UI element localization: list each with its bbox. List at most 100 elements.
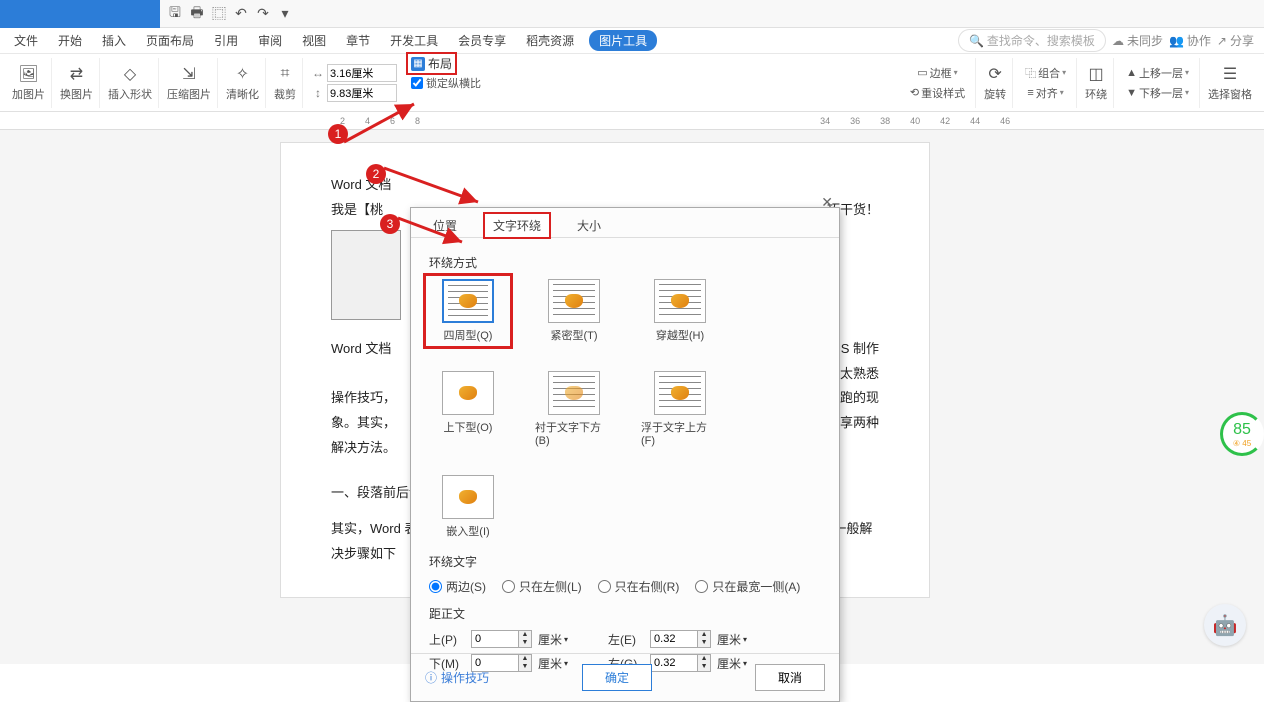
border-button[interactable]: ▭边框▾ [913,64,961,82]
add-picture-group[interactable]: 🖼 加图片 [6,58,52,108]
share-icon: ↗ [1217,34,1227,48]
tab-size[interactable]: 大小 [569,214,609,237]
align-icon: ≡ [1027,87,1033,99]
size-inputs: ↔ ↕ [305,58,403,108]
doc-line: 我是【桃 [331,198,383,223]
distance-label: 距正文 [429,605,821,622]
menu-view[interactable]: 视图 [293,32,335,49]
compress-group[interactable]: ⇲ 压缩图片 [161,58,218,108]
radio-widest[interactable]: 只在最宽一侧(A) [695,578,800,595]
people-icon: 👥 [1169,34,1184,48]
menu-docer[interactable]: 稻壳资源 [517,32,583,49]
menu-insert[interactable]: 插入 [93,32,135,49]
menu-home[interactable]: 开始 [49,32,91,49]
radio-left[interactable]: 只在左侧(L) [502,578,582,595]
rotate-icon: ⟳ [985,64,1005,84]
wrap-tight[interactable]: 紧密型(T) [535,279,613,343]
wrap-style-label: 环绕方式 [429,254,821,271]
menu-pagelayout[interactable]: 页面布局 [137,32,203,49]
undo-icon[interactable]: ↶ [232,5,250,23]
rotate-group[interactable]: ⟳ 旋转 [978,58,1013,108]
menu-chapter[interactable]: 章节 [337,32,379,49]
layout-icon: ▦ [411,57,425,71]
up-layer-icon: ▲ [1126,67,1137,79]
callout-marker-3: 3 [380,214,400,234]
down-layer-icon: ▼ [1126,87,1137,99]
border-group: ▭边框▾ ⟲重设样式 [900,58,976,108]
wrap-options: 四周型(Q) 紧密型(T) 穿越型(H) 上下型(O) 衬于文字下方(B) [429,279,821,539]
group-button[interactable]: ⿻组合▾ [1021,64,1070,82]
redo-icon[interactable]: ↷ [254,5,272,23]
cancel-button[interactable]: 取消 [755,664,825,691]
shape-icon: ◇ [120,64,140,84]
selection-pane-group[interactable]: ☰ 选择窗格 [1202,58,1258,108]
reset-icon: ⟲ [910,86,919,99]
active-doc-tab[interactable] [0,0,160,28]
sharpen-group[interactable]: ✧ 清晰化 [220,58,266,108]
insert-shape-group[interactable]: ◇ 插入形状 [102,58,159,108]
search-icon: 🔍 [969,34,984,48]
border-icon: ▭ [917,66,927,79]
share-button[interactable]: ↗ 分享 [1217,32,1254,49]
change-picture-group[interactable]: ⇄ 换图片 [54,58,100,108]
wrap-topbottom[interactable]: 上下型(O) [429,371,507,447]
dialog-tabs: 位置 文字环绕 大小 [411,208,839,238]
lock-aspect-checkbox[interactable]: 锁定纵横比 [411,75,481,91]
layout-button-highlight[interactable]: ▦ 布局 [406,52,457,75]
swap-icon: ⇄ [67,64,87,84]
selected-image[interactable] [331,230,401,320]
dist-left-input[interactable]: ▲▼ [650,630,711,648]
horizontal-ruler: 2 4 6 8 34 36 38 40 42 44 46 [0,112,1264,130]
tab-text-wrap[interactable]: 文字环绕 [483,212,551,239]
search-placeholder: 查找命令、搜索模板 [987,32,1095,49]
send-backward-button[interactable]: ▼下移一层▾ [1122,84,1193,102]
menu-dev[interactable]: 开发工具 [381,32,447,49]
score-indicator[interactable]: 85 ④ 45 [1220,412,1264,456]
layout-dialog: ✕ 位置 文字环绕 大小 环绕方式 四周型(Q) 紧密型(T) 穿越型(H) [410,207,840,702]
callout-marker-2: 2 [366,164,386,184]
document-area: 2 4 6 8 34 36 38 40 42 44 46 Word 文档 我是【… [0,112,1264,664]
wrap-through[interactable]: 穿越型(H) [641,279,719,343]
menu-file[interactable]: 文件 [5,32,47,49]
width-input[interactable] [327,64,397,82]
crop-icon: ⌗ [275,64,295,84]
collab-button[interactable]: 👥 协作 [1169,32,1211,49]
wrap-text-label: 环绕文字 [429,553,821,570]
picture-tools-tab[interactable]: 图片工具 [589,30,657,51]
height-icon: ↕ [311,86,325,100]
bring-forward-button[interactable]: ▲上移一层▾ [1122,64,1193,82]
wrap-behind[interactable]: 衬于文字下方(B) [535,371,613,447]
width-icon: ↔ [311,66,325,80]
radio-both[interactable]: 两边(S) [429,578,486,595]
doc-line: Word 文档 [331,173,879,198]
tips-link[interactable]: ⓘ 操作技巧 [425,669,489,686]
reset-style-button[interactable]: ⟲重设样式 [906,84,969,102]
preview-icon[interactable]: ⿴ [210,5,228,23]
wrap-group[interactable]: ◫ 环绕 [1079,58,1114,108]
command-search[interactable]: 🔍 查找命令、搜索模板 [958,29,1106,52]
close-icon[interactable]: ✕ [821,194,833,211]
radio-right[interactable]: 只在右侧(R) [598,578,680,595]
wrap-inline[interactable]: 嵌入型(I) [429,475,507,539]
more-qat-icon[interactable]: ▾ [276,5,294,23]
arrange-group: ⿻组合▾ ≡对齐▾ [1015,58,1077,108]
save-icon[interactable]: 🖫 [166,5,184,23]
cloud-icon: ☁ [1112,34,1124,48]
ribbon: 🖼 加图片 ⇄ 换图片 ◇ 插入形状 ⇲ 压缩图片 ✧ 清晰化 ⌗ 裁剪 ↔ ↕ [0,54,1264,112]
menu-ref[interactable]: 引用 [205,32,247,49]
wrap-square[interactable]: 四周型(Q) [429,279,507,343]
group-icon: ⿻ [1025,65,1036,81]
dist-top-input[interactable]: ▲▼ [471,630,532,648]
wrap-infront[interactable]: 浮于文字上方(F) [641,371,719,447]
print-icon[interactable]: 🖶 [188,5,206,23]
menu-review[interactable]: 审阅 [249,32,291,49]
height-input[interactable] [327,84,397,102]
ok-button[interactable]: 确定 [582,664,652,691]
tab-position[interactable]: 位置 [425,214,465,237]
align-button[interactable]: ≡对齐▾ [1023,84,1067,102]
assistant-button[interactable]: 🤖 [1204,604,1246,646]
sync-status[interactable]: ☁ 未同步 [1112,32,1163,49]
crop-group[interactable]: ⌗ 裁剪 [268,58,303,108]
menu-vip[interactable]: 会员专享 [449,32,515,49]
menu-bar: 文件 开始 插入 页面布局 引用 审阅 视图 章节 开发工具 会员专享 稻壳资源… [0,28,1264,54]
